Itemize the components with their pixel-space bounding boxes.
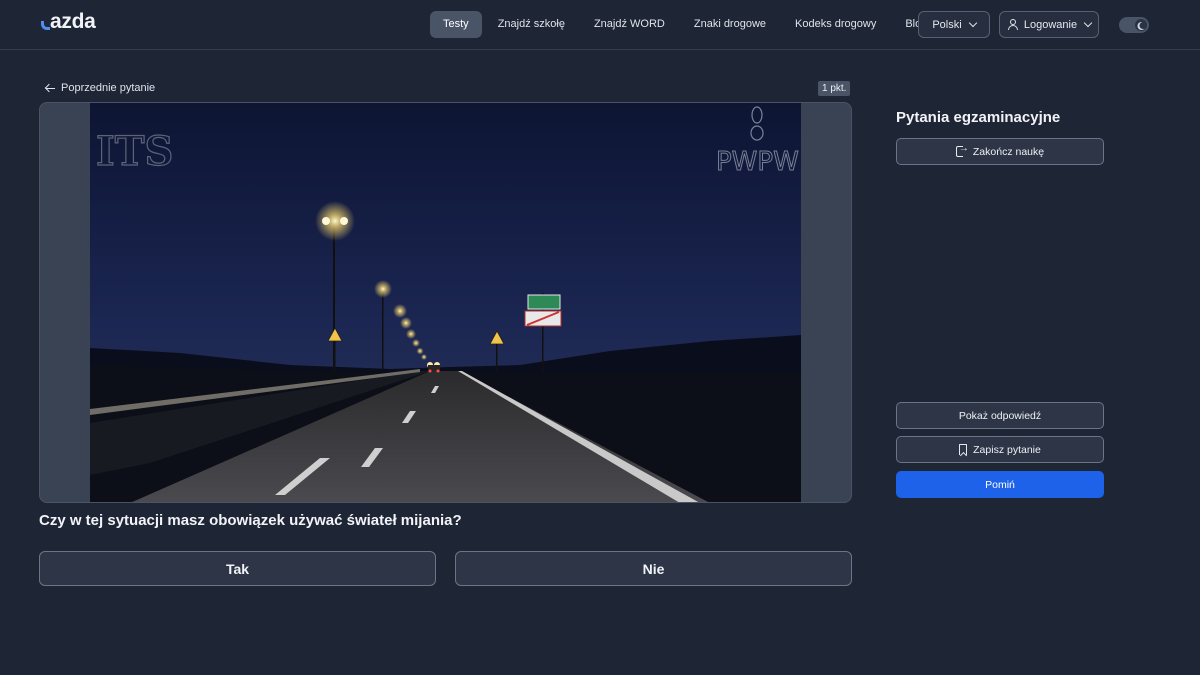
sidebar-title: Pytania egzaminacyjne [896, 109, 1061, 126]
nav-link-find-school[interactable]: Znajdź szkołę [485, 11, 578, 38]
watermark-its: ITS [96, 128, 173, 175]
chevron-down-icon [1083, 18, 1093, 28]
finish-learning-label: Zakończ naukę [972, 145, 1045, 158]
theme-toggle[interactable] [1119, 17, 1149, 33]
login-dropdown[interactable]: Logowanie [999, 11, 1099, 38]
language-label: Polski [932, 18, 962, 31]
user-icon [1007, 19, 1018, 30]
answer-yes-button[interactable]: Tak [39, 551, 436, 586]
logo-text: azda [50, 10, 96, 33]
show-answer-label: Pokaż odpowiedź [958, 409, 1042, 422]
nav-links: Testy Znajdź szkołę Znajdź WORD Znaki dr… [430, 11, 943, 38]
night-road-scene: ITS PWPW [90, 103, 801, 502]
watermark-pwpw: PWPW [716, 147, 799, 177]
logo-mark [41, 21, 50, 30]
previous-question-label: Poprzednie pytanie [61, 82, 156, 94]
points-badge: 1 pkt. [818, 81, 851, 96]
show-answer-button[interactable]: Pokaż odpowiedź [896, 402, 1104, 429]
finish-learning-button[interactable]: Zakończ naukę [896, 138, 1104, 165]
login-label: Logowanie [1023, 18, 1078, 31]
skip-button[interactable]: Pomiń [896, 471, 1104, 498]
previous-question-link[interactable]: Poprzednie pytanie [45, 82, 155, 94]
moon-icon [1139, 22, 1146, 29]
logo[interactable]: azda [41, 10, 96, 34]
answer-no-button[interactable]: Nie [455, 551, 852, 586]
question-video[interactable]: ITS PWPW [90, 103, 801, 502]
language-dropdown[interactable]: Polski [918, 11, 990, 38]
nav-link-road-code[interactable]: Kodeks drogowy [782, 11, 889, 38]
save-question-label: Zapisz pytanie [973, 443, 1041, 456]
nav-link-road-signs[interactable]: Znaki drogowe [681, 11, 779, 38]
nav-link-testy[interactable]: Testy [430, 11, 482, 38]
question-media-frame: ITS PWPW [39, 102, 852, 503]
exit-icon [955, 143, 969, 157]
save-question-button[interactable]: Zapisz pytanie [896, 436, 1104, 463]
question-text: Czy w tej sytuacji masz obowiązek używać… [39, 512, 462, 529]
skip-label: Pomiń [985, 478, 1015, 491]
arrow-left-icon [45, 83, 55, 93]
top-navbar: azda Testy Znajdź szkołę Znajdź WORD Zna… [0, 0, 1200, 50]
theme-toggle-knob [1135, 19, 1147, 31]
chevron-down-icon [968, 18, 977, 28]
nav-link-find-word[interactable]: Znajdź WORD [581, 11, 678, 38]
bookmark-icon [959, 444, 968, 455]
